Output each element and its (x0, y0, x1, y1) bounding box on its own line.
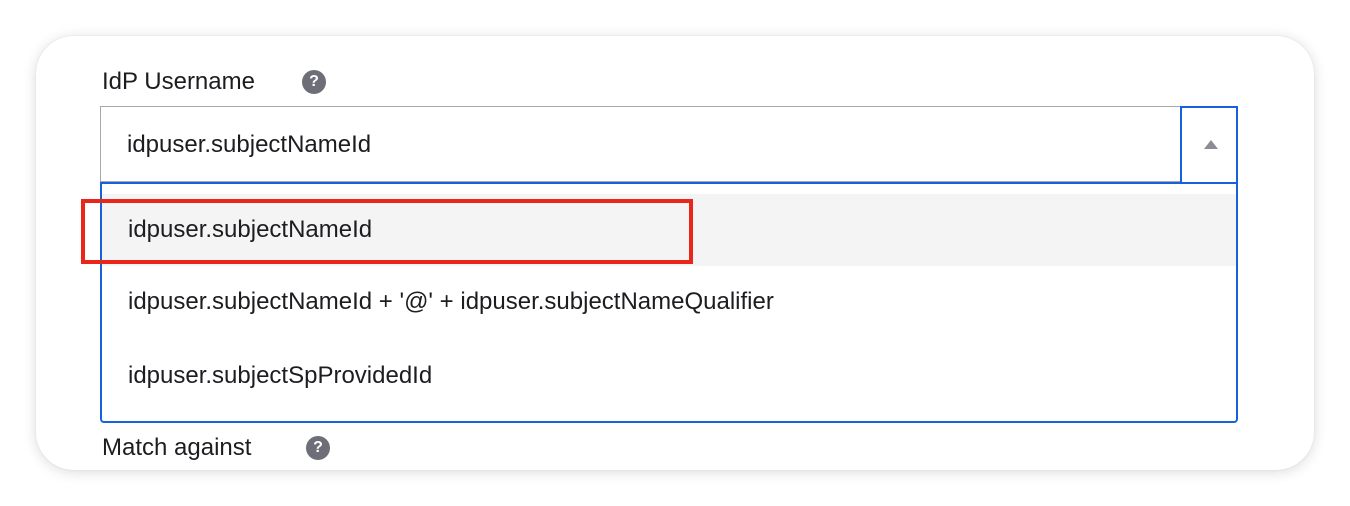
help-icon[interactable]: ? (302, 70, 326, 94)
idp-username-select[interactable]: idpuser.subjectNameId (100, 106, 1236, 182)
idp-username-label: IdP Username (102, 68, 255, 95)
caret-up-icon (1204, 140, 1218, 149)
dropdown-listbox: idpuser.subjectNameId idpuser.subjectNam… (100, 182, 1238, 423)
dropdown-toggle-button[interactable] (1180, 106, 1238, 182)
selected-value: idpuser.subjectNameId (127, 131, 372, 158)
dropdown-option[interactable]: idpuser.subjectSpProvidedId (102, 340, 1236, 412)
dropdown-option[interactable]: idpuser.subjectNameId (102, 194, 1236, 266)
help-icon[interactable]: ? (306, 436, 330, 460)
match-against-label: Match against (102, 434, 252, 461)
settings-card: IdP Username ? idpuser.subjectNameId idp… (36, 36, 1314, 470)
dropdown-option[interactable]: idpuser.subjectNameId + '@' + idpuser.su… (102, 266, 1236, 338)
